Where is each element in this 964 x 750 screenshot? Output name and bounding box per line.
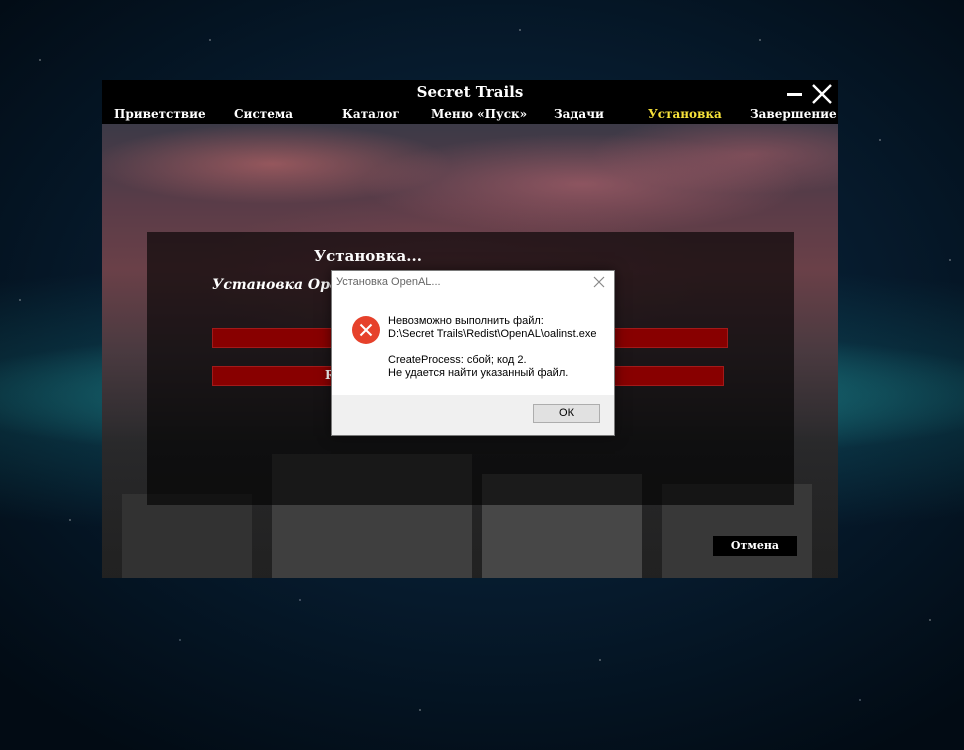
nav-step-start-menu[interactable]: Меню «Пуск» <box>431 106 527 124</box>
message-line: Не удается найти указанный файл. <box>388 367 569 379</box>
message-line <box>388 341 596 354</box>
nav-step-system[interactable]: Система <box>234 106 293 124</box>
nav-step-directory[interactable]: Каталог <box>342 106 400 124</box>
dialog-title: Установка OpenAL... <box>336 276 441 288</box>
close-icon[interactable] <box>592 275 608 291</box>
error-icon <box>352 316 380 344</box>
dialog-message: Невозможно выполнить файл: D:\Secret Tra… <box>388 315 596 380</box>
message-line: D:\Secret Trails\Redist\OpenAL\oalinst.e… <box>388 328 597 340</box>
close-icon[interactable] <box>810 82 834 104</box>
install-status-text: Установка Ope <box>212 277 339 293</box>
wizard-steps-nav: Приветствие Система Каталог Меню «Пуск» … <box>102 106 838 124</box>
nav-step-install[interactable]: Установка <box>648 106 722 124</box>
message-line: Невозможно выполнить файл: <box>388 315 544 327</box>
title-bar: Secret Trails <box>102 80 838 106</box>
dialog-footer: ОК <box>332 395 614 435</box>
install-heading: Установка... <box>314 247 422 265</box>
message-line: CreateProcess: сбой; код 2. <box>388 354 527 366</box>
window-title: Secret Trails <box>416 83 524 101</box>
minimize-icon[interactable] <box>784 82 808 104</box>
cancel-button[interactable]: Отмена <box>713 536 797 556</box>
nav-step-welcome[interactable]: Приветствие <box>114 106 206 124</box>
ok-button[interactable]: ОК <box>533 404 600 423</box>
nav-step-finish[interactable]: Завершение <box>750 106 837 124</box>
nav-step-tasks[interactable]: Задачи <box>554 106 604 124</box>
error-dialog: Установка OpenAL... Невозможно выполнить… <box>331 270 615 436</box>
